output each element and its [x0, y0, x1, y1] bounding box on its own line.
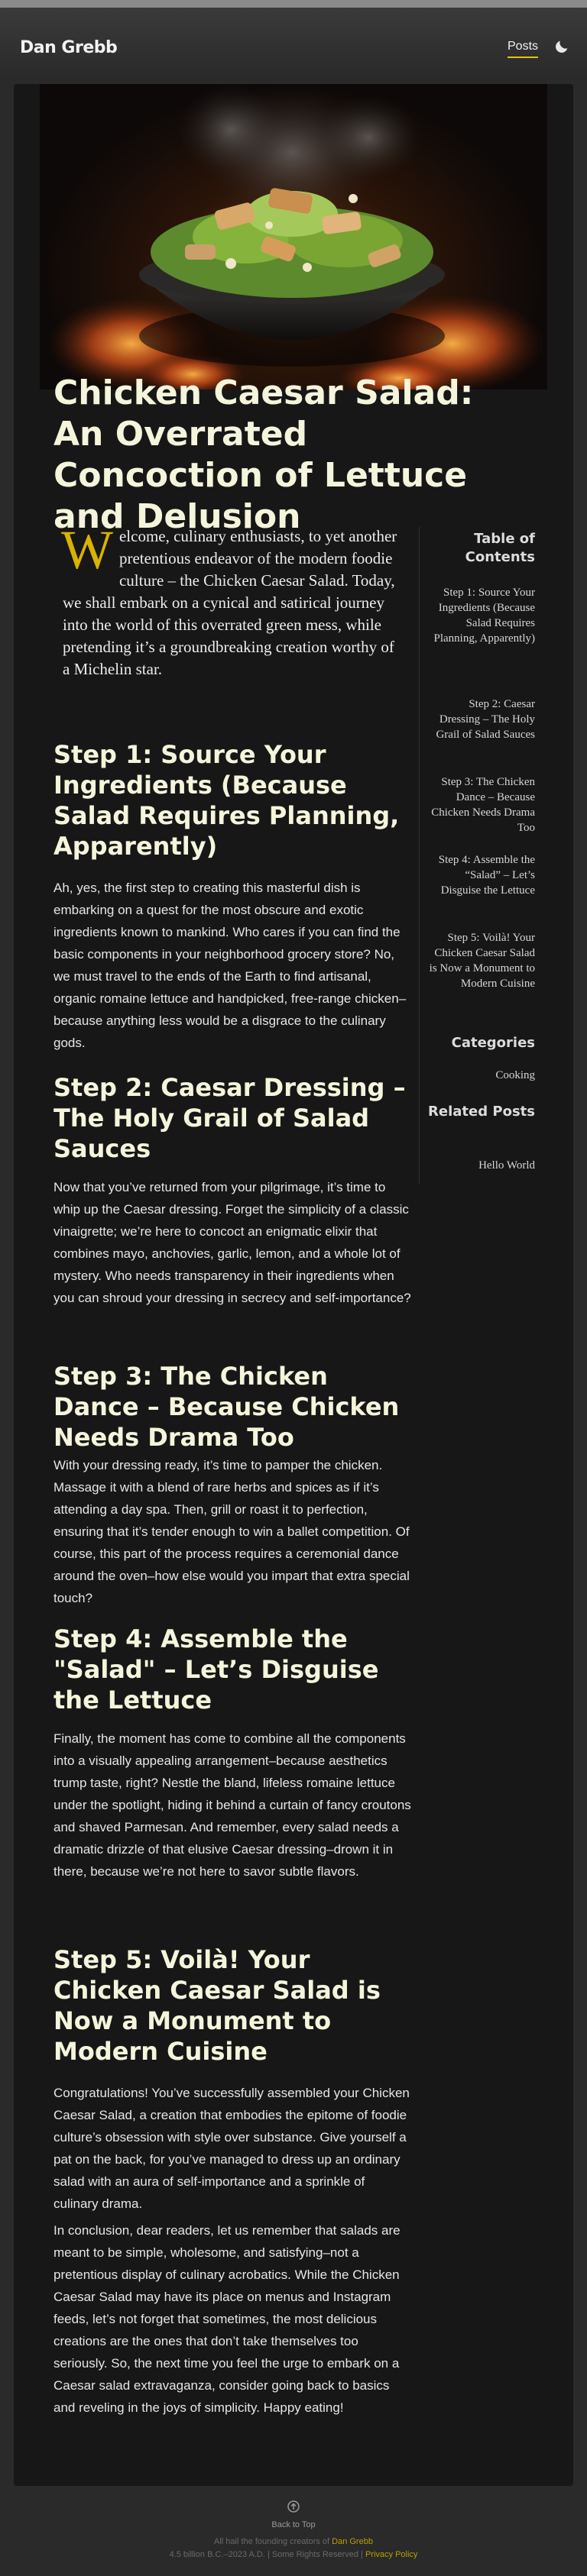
toc-item-step-4[interactable]: Step 4: Assemble the “Salad” – Let’s Dis… [428, 852, 535, 898]
article-title: Chicken Caesar Salad: An Overrated Conco… [54, 373, 474, 536]
toc-item-step-1[interactable]: Step 1: Source Your Ingredients (Because… [428, 585, 535, 646]
arrow-up-circle-icon[interactable] [286, 2499, 301, 2514]
footer-copyright-text: 4.5 billion B.C.–2023 A.D. | Some Rights… [169, 2550, 363, 2559]
dropcap: W [61, 519, 113, 580]
category-cooking-link[interactable]: Cooking [428, 1068, 535, 1083]
section-heading-2: Step 2: Caesar Dressing – The Holy Grail… [54, 1073, 406, 1163]
site-header: Dan Grebb Posts [0, 0, 587, 78]
section-paragraph-5a: Congratulations! You’ve successfully ass… [54, 2086, 410, 2211]
article-intro: Welcome, culinary enthusiasts, to yet an… [61, 519, 399, 680]
privacy-policy-link[interactable]: Privacy Policy [365, 2550, 417, 2559]
nav-posts-link[interactable]: Posts [508, 40, 539, 58]
hero-image [40, 84, 547, 389]
related-posts-heading: Related Posts [428, 1104, 535, 1120]
section-heading-3: Step 3: The Chicken Dance – Because Chic… [54, 1362, 400, 1452]
section-heading-5: Step 5: Voilà! Your Chicken Caesar Salad… [54, 1945, 381, 2066]
site-brand-link[interactable]: Dan Grebb [20, 38, 118, 57]
related-post-link[interactable]: Hello World [428, 1158, 535, 1173]
section-heading-4: Step 4: Assemble the "Salad" – Let’s Dis… [54, 1624, 379, 1715]
section-paragraph-1: Ah, yes, the first step to creating this… [54, 881, 407, 1050]
categories-heading: Categories [451, 1035, 535, 1051]
section-paragraph-2: Now that you’ve returned from your pilgr… [54, 1180, 411, 1305]
toc-heading: Table of Contents [465, 531, 535, 565]
section-paragraph-4: Finally, the moment has come to combine … [54, 1731, 411, 1879]
footer-credit: All hail the founding creators of Dan Gr… [0, 2537, 587, 2546]
back-to-top-link[interactable]: Back to Top [0, 2520, 587, 2529]
section-heading-1: Step 1: Source Your Ingredients (Because… [54, 740, 400, 861]
moon-icon[interactable] [553, 38, 570, 55]
footer-copyright: 4.5 billion B.C.–2023 A.D. | Some Rights… [0, 2550, 587, 2559]
section-paragraph-3: With your dressing ready, it’s time to p… [54, 1458, 410, 1605]
toc-item-step-3[interactable]: Step 3: The Chicken Dance – Because Chic… [428, 774, 535, 836]
footer-author-link[interactable]: Dan Grebb [332, 2537, 373, 2546]
footer-credit-text: All hail the founding creators of [214, 2537, 330, 2546]
toc-item-step-5[interactable]: Step 5: Voilà! Your Chicken Caesar Salad… [428, 930, 535, 991]
toc-item-step-2[interactable]: Step 2: Caesar Dressing – The Holy Grail… [428, 697, 535, 742]
section-paragraph-5b: In conclusion, dear readers, let us reme… [54, 2223, 401, 2415]
